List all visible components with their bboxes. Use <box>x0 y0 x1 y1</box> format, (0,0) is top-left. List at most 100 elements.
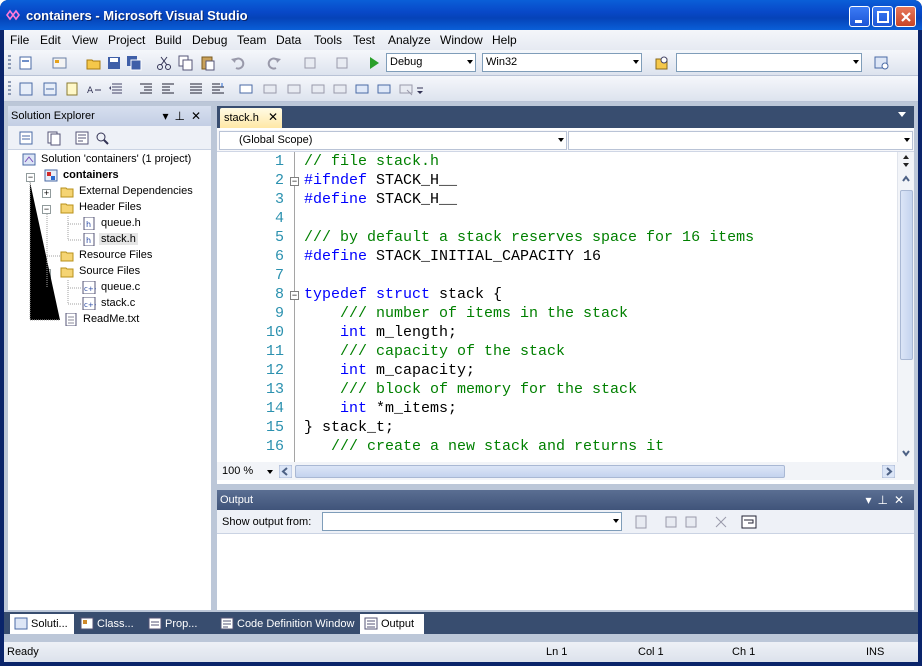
add-item-icon[interactable] <box>52 55 68 71</box>
menu-team[interactable]: Team <box>237 33 266 47</box>
redo-icon[interactable] <box>266 55 282 71</box>
platform-dropdown[interactable]: Win32 <box>482 53 642 72</box>
comment-icon[interactable] <box>188 81 204 97</box>
find-combo[interactable] <box>676 53 862 72</box>
new-project-icon[interactable] <box>18 55 34 71</box>
split-window-icon[interactable] <box>901 154 912 168</box>
undo-icon[interactable] <box>230 55 246 71</box>
paste-icon[interactable] <box>200 55 216 71</box>
view-class-diagram-icon[interactable] <box>94 130 110 146</box>
close-panel-icon[interactable]: ✕ <box>894 493 910 507</box>
code-line[interactable]: /// by default a stack reserves space fo… <box>304 229 754 246</box>
window-position-icon[interactable]: ▾ <box>865 493 877 507</box>
code-line[interactable]: /// block of memory for the stack <box>304 381 637 398</box>
active-files-dropdown-icon[interactable] <box>898 112 906 117</box>
navigate-backward-icon[interactable] <box>302 55 318 71</box>
minimize-button[interactable] <box>849 6 870 27</box>
show-all-files-icon[interactable] <box>46 130 62 146</box>
next-bookmark-document-icon[interactable] <box>376 81 392 97</box>
code-line[interactable]: /// capacity of the stack <box>304 343 565 360</box>
tab-stack-h[interactable]: stack.h ✕ <box>220 108 282 128</box>
configuration-dropdown[interactable]: Debug <box>386 53 476 72</box>
previous-bookmark-icon[interactable] <box>262 81 278 97</box>
start-debugging-icon[interactable] <box>366 55 382 71</box>
close-button[interactable] <box>895 6 916 27</box>
zoom-dropdown[interactable]: 100 % <box>219 464 275 479</box>
code-line[interactable]: /// create a new stack and returns it <box>304 438 664 455</box>
find-message-in-code-icon[interactable] <box>633 514 649 530</box>
vertical-scrollbar[interactable] <box>897 152 914 462</box>
menu-help[interactable]: Help <box>492 33 517 47</box>
code-line[interactable]: // file stack.h <box>304 153 439 170</box>
menu-build[interactable]: Build <box>155 33 182 47</box>
code-line[interactable]: int *m_items; <box>304 400 457 417</box>
menu-data[interactable]: Data <box>276 33 301 47</box>
toolbar-grip[interactable] <box>8 81 11 97</box>
title-bar[interactable]: containers - Microsoft Visual Studio <box>0 0 922 30</box>
uncomment-icon[interactable] <box>210 81 226 97</box>
code-line[interactable]: #define STACK_H__ <box>304 191 457 208</box>
view-code-icon[interactable] <box>74 130 90 146</box>
toolbar-grip[interactable] <box>8 55 11 71</box>
next-bookmark-folder-icon[interactable] <box>332 81 348 97</box>
tab-output[interactable]: Output <box>360 614 424 634</box>
menu-project[interactable]: Project <box>108 33 145 47</box>
tab-class-view[interactable]: Class... <box>76 614 142 634</box>
code-line[interactable]: /// number of items in the stack <box>304 305 628 322</box>
tab-property-manager[interactable]: Prop... <box>144 614 206 634</box>
code-line[interactable]: #ifndef STACK_H__ <box>304 172 457 189</box>
menu-window[interactable]: Window <box>440 33 483 47</box>
increase-indent-icon[interactable] <box>138 81 154 97</box>
close-panel-icon[interactable]: ✕ <box>191 109 207 123</box>
close-tab-icon[interactable]: ✕ <box>268 110 278 124</box>
tab-code-definition-window[interactable]: Code Definition Window <box>216 614 360 634</box>
auto-hide-pin-icon[interactable]: ⊥ <box>877 493 893 507</box>
scroll-up-icon[interactable] <box>901 174 912 184</box>
object-members-icon[interactable] <box>18 81 34 97</box>
auto-hide-pin-icon[interactable]: ⊥ <box>174 109 190 123</box>
scroll-left-icon[interactable] <box>279 465 292 478</box>
complete-word-icon[interactable]: A <box>86 81 102 97</box>
cut-icon[interactable] <box>156 55 172 71</box>
parameter-info-icon[interactable] <box>42 81 58 97</box>
quick-info-icon[interactable] <box>64 81 80 97</box>
previous-bookmark-document-icon[interactable] <box>354 81 370 97</box>
save-all-icon[interactable] <box>126 55 142 71</box>
clear-all-icon[interactable] <box>713 514 729 530</box>
menu-test[interactable]: Test <box>353 33 375 47</box>
bookmark-icon[interactable] <box>238 81 254 97</box>
code-line[interactable]: typedef struct stack { <box>304 286 502 303</box>
menu-file[interactable]: File <box>10 33 29 47</box>
previous-bookmark-folder-icon[interactable] <box>310 81 326 97</box>
clear-bookmarks-icon[interactable] <box>398 81 414 97</box>
tab-solution-explorer[interactable]: Soluti... <box>10 614 74 634</box>
navigate-forward-icon[interactable] <box>334 55 350 71</box>
open-file-icon[interactable] <box>86 55 102 71</box>
solution-explorer-icon[interactable] <box>874 55 890 71</box>
member-dropdown[interactable] <box>568 131 913 150</box>
go-to-previous-message-icon[interactable] <box>663 514 679 530</box>
unindent-icon[interactable] <box>160 81 176 97</box>
toggle-word-wrap-icon[interactable] <box>741 514 757 530</box>
horizontal-scroll-thumb[interactable] <box>295 465 785 478</box>
window-position-icon[interactable]: ▾ <box>162 109 174 123</box>
maximize-button[interactable] <box>872 6 893 27</box>
output-source-dropdown[interactable] <box>322 512 622 531</box>
menu-analyze[interactable]: Analyze <box>388 33 431 47</box>
code-line[interactable]: int m_capacity; <box>304 362 475 379</box>
code-line[interactable]: #define STACK_INITIAL_CAPACITY 16 <box>304 248 601 265</box>
save-icon[interactable] <box>106 55 122 71</box>
menu-edit[interactable]: Edit <box>40 33 61 47</box>
outline-collapse-toggle[interactable]: − <box>290 291 299 300</box>
go-to-next-message-icon[interactable] <box>683 514 699 530</box>
menu-debug[interactable]: Debug <box>192 33 227 47</box>
properties-icon[interactable] <box>18 130 34 146</box>
outline-collapse-toggle[interactable]: − <box>290 177 299 186</box>
code-line[interactable]: int m_length; <box>304 324 457 341</box>
scroll-right-icon[interactable] <box>882 465 895 478</box>
scroll-down-icon[interactable] <box>901 448 912 458</box>
menu-tools[interactable]: Tools <box>314 33 342 47</box>
find-in-files-icon[interactable] <box>654 55 670 71</box>
menu-view[interactable]: View <box>72 33 98 47</box>
decrease-indent-icon[interactable] <box>108 81 124 97</box>
